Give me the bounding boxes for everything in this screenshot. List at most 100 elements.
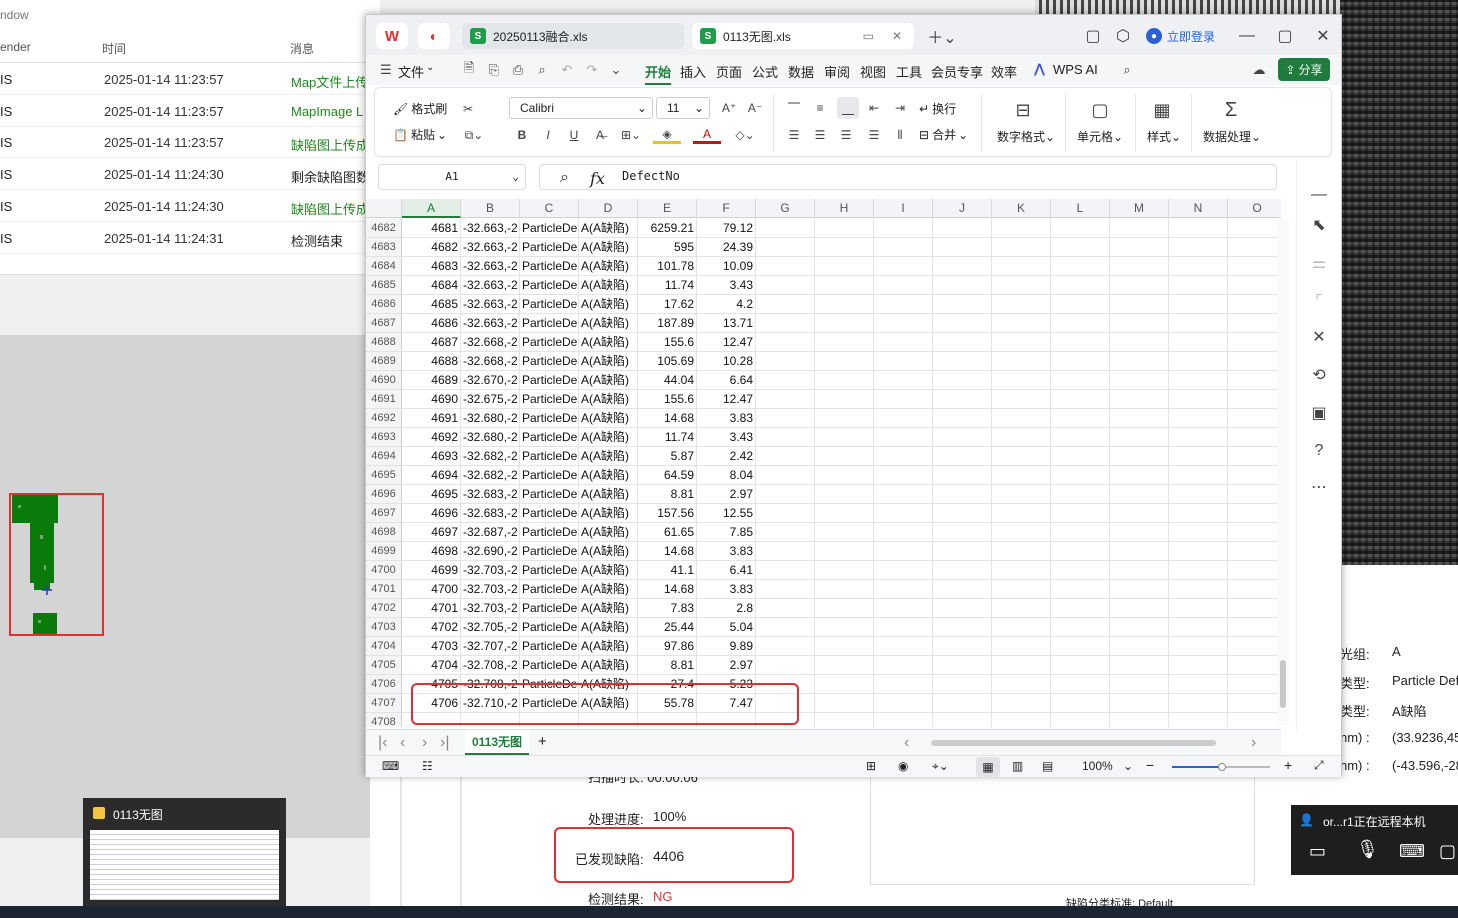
close-tab-icon[interactable]: ✕ <box>892 29 902 43</box>
tab-file-2-active[interactable]: S 0113无图.xls ▭ ✕ <box>692 23 914 49</box>
table-cell[interactable] <box>1228 314 1281 333</box>
table-cell[interactable] <box>1169 314 1228 333</box>
align-bottom-icon[interactable]: ⎽ <box>837 97 859 119</box>
table-cell[interactable]: A(A缺陷) <box>579 561 638 580</box>
table-cell[interactable] <box>1228 637 1281 656</box>
freeze-icon[interactable]: ⌖⌄ <box>932 759 949 774</box>
table-cell[interactable]: ParticleDe <box>520 238 579 257</box>
table-cell[interactable]: 8.81 <box>638 485 697 504</box>
table-cell[interactable] <box>1169 580 1228 599</box>
table-cell[interactable]: 4685 <box>402 295 461 314</box>
table-cell[interactable]: ParticleDe <box>520 314 579 333</box>
table-cell[interactable] <box>874 466 933 485</box>
table-cell[interactable] <box>1110 694 1169 713</box>
scroll-left-icon[interactable]: ‹ <box>904 734 909 752</box>
table-cell[interactable]: A(A缺陷) <box>579 637 638 656</box>
table-cell[interactable] <box>756 637 815 656</box>
cell-button[interactable]: 单元格⌄ <box>1077 128 1123 145</box>
table-cell[interactable] <box>756 219 815 238</box>
table-cell[interactable] <box>1110 333 1169 352</box>
table-cell[interactable] <box>756 276 815 295</box>
table-cell[interactable] <box>874 523 933 542</box>
table-cell[interactable] <box>1228 390 1281 409</box>
table-cell[interactable] <box>1228 504 1281 523</box>
zoom-slider-handle[interactable] <box>1218 763 1226 771</box>
table-cell[interactable] <box>1110 637 1169 656</box>
column-header[interactable]: D <box>579 199 638 218</box>
table-cell[interactable] <box>815 447 874 466</box>
column-header[interactable]: F <box>697 199 756 218</box>
export-icon[interactable]: ⎘ <box>485 61 503 79</box>
table-cell[interactable] <box>1051 542 1110 561</box>
table-cell[interactable] <box>874 618 933 637</box>
table-cell[interactable]: A(A缺陷) <box>579 314 638 333</box>
table-cell[interactable]: 4696 <box>402 504 461 523</box>
table-cell[interactable] <box>1051 599 1110 618</box>
table-cell[interactable] <box>1110 561 1169 580</box>
table-cell[interactable]: 4693 <box>402 447 461 466</box>
table-cell[interactable]: 4691 <box>402 409 461 428</box>
cube-icon[interactable]: ⬡ <box>1114 27 1132 45</box>
table-cell[interactable]: 101.78 <box>638 257 697 276</box>
row-header[interactable]: 4708 <box>366 713 402 727</box>
table-cell[interactable] <box>992 409 1051 428</box>
table-cell[interactable] <box>874 580 933 599</box>
table-cell[interactable] <box>1051 466 1110 485</box>
table-cell[interactable] <box>1169 352 1228 371</box>
table-cell[interactable] <box>874 295 933 314</box>
row-header[interactable]: 4696 <box>366 485 402 504</box>
table-cell[interactable]: -32.683,-2 <box>461 504 520 523</box>
table-cell[interactable] <box>874 599 933 618</box>
wps-logo-icon[interactable]: W <box>376 23 408 49</box>
bold-icon[interactable]: B <box>513 126 531 144</box>
table-cell[interactable] <box>756 485 815 504</box>
table-cell[interactable] <box>933 675 992 694</box>
table-cell[interactable] <box>874 219 933 238</box>
table-cell[interactable]: 79.12 <box>697 219 756 238</box>
table-cell[interactable] <box>933 409 992 428</box>
table-cell[interactable]: ParticleDe <box>520 637 579 656</box>
table-cell[interactable] <box>815 371 874 390</box>
table-cell[interactable]: A(A缺陷) <box>579 428 638 447</box>
table-cell[interactable]: 14.68 <box>638 542 697 561</box>
table-cell[interactable]: 4694 <box>402 466 461 485</box>
table-cell[interactable]: A(A缺陷) <box>579 599 638 618</box>
table-cell[interactable] <box>1110 580 1169 599</box>
table-cell[interactable] <box>1228 599 1281 618</box>
table-cell[interactable] <box>874 314 933 333</box>
distribute-icon[interactable]: ⫴ <box>891 126 909 144</box>
table-cell[interactable]: 155.6 <box>638 333 697 352</box>
table-cell[interactable]: 3.43 <box>697 428 756 447</box>
table-cell[interactable] <box>933 257 992 276</box>
table-cell[interactable] <box>815 561 874 580</box>
indent-increase-icon[interactable]: ⇥ <box>891 99 909 117</box>
status-list-icon[interactable]: ☷ <box>422 759 433 773</box>
table-cell[interactable] <box>1051 390 1110 409</box>
increase-font-icon[interactable]: A⁺ <box>720 99 738 117</box>
table-cell[interactable]: 13.71 <box>697 314 756 333</box>
menu-data[interactable]: 数据 <box>788 62 814 81</box>
pdf-app-icon[interactable]: ◐ <box>418 23 450 49</box>
table-cell[interactable] <box>756 428 815 447</box>
row-header[interactable]: 4686 <box>366 295 402 314</box>
row-header[interactable]: 4702 <box>366 599 402 618</box>
table-cell[interactable] <box>933 295 992 314</box>
table-cell[interactable] <box>1228 219 1281 238</box>
table-cell[interactable] <box>992 694 1051 713</box>
table-cell[interactable] <box>874 447 933 466</box>
table-cell[interactable] <box>874 561 933 580</box>
table-cell[interactable] <box>1051 618 1110 637</box>
table-cell[interactable]: ParticleDe <box>520 428 579 447</box>
table-cell[interactable]: -32.682,-2 <box>461 466 520 485</box>
table-cell[interactable] <box>815 523 874 542</box>
table-cell[interactable] <box>1110 675 1169 694</box>
row-header[interactable]: 4699 <box>366 542 402 561</box>
table-cell[interactable] <box>1169 523 1228 542</box>
table-cell[interactable] <box>874 352 933 371</box>
sheet-tab-active[interactable]: 0113无图 <box>465 730 529 755</box>
row-header[interactable]: 4703 <box>366 618 402 637</box>
table-cell[interactable] <box>756 618 815 637</box>
adjust-icon[interactable]: ⚌ <box>1310 254 1328 272</box>
font-color-icon[interactable]: A <box>693 126 721 144</box>
table-cell[interactable] <box>933 447 992 466</box>
